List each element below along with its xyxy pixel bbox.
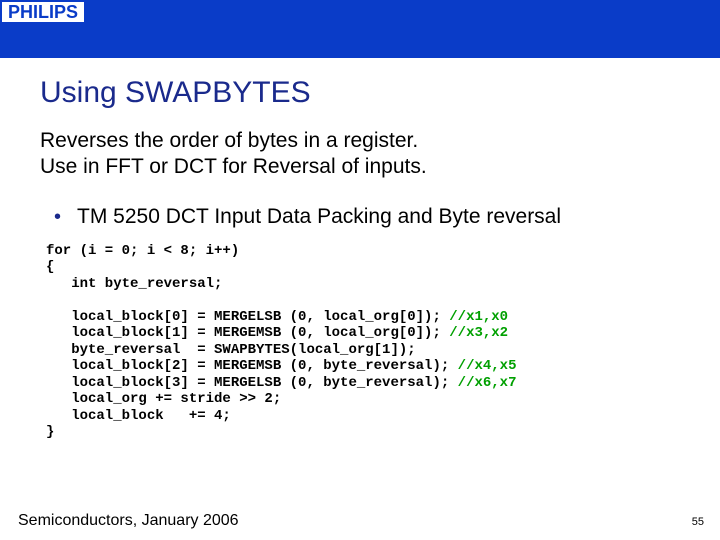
slide-title: Using SWAPBYTES <box>40 76 710 110</box>
slide-subtitle: Reverses the order of bytes in a registe… <box>40 128 710 181</box>
code-line: for (i = 0; i < 8; i++) <box>46 243 239 259</box>
code-line: local_org += stride >> 2; <box>46 391 281 407</box>
subtitle-line-1: Reverses the order of bytes in a registe… <box>40 129 418 152</box>
slide-body: Using SWAPBYTES Reverses the order of by… <box>0 58 720 441</box>
bullet-dot-icon: • <box>54 207 61 227</box>
code-line: local_block += 4; <box>46 408 231 424</box>
code-block: for (i = 0; i < 8; i++) { int byte_rever… <box>46 243 710 441</box>
code-comment: //x3,x2 <box>449 325 508 341</box>
footer-text: Semiconductors, January 2006 <box>18 512 239 530</box>
code-line: local_block[1] = MERGEMSB (0, local_org[… <box>46 325 449 341</box>
header-bar: PHILIPS <box>0 0 720 58</box>
code-line: { <box>46 259 54 275</box>
code-comment: //x4,x5 <box>458 358 517 374</box>
code-line: byte_reversal = SWAPBYTES(local_org[1]); <box>46 342 416 358</box>
page-number: 55 <box>692 516 704 528</box>
code-line: local_block[2] = MERGEMSB (0, byte_rever… <box>46 358 458 374</box>
code-line: local_block[0] = MERGELSB (0, local_org[… <box>46 309 449 325</box>
bullet-item: • TM 5250 DCT Input Data Packing and Byt… <box>40 205 710 229</box>
code-line: int byte_reversal; <box>46 276 222 292</box>
code-comment: //x1,x0 <box>449 309 508 325</box>
code-comment: //x6,x7 <box>458 375 517 391</box>
code-line: local_block[3] = MERGELSB (0, byte_rever… <box>46 375 458 391</box>
brand-logo: PHILIPS <box>2 2 84 22</box>
bullet-text: TM 5250 DCT Input Data Packing and Byte … <box>77 205 561 229</box>
subtitle-line-2: Use in FFT or DCT for Reversal of inputs… <box>40 155 427 178</box>
logo-wrap: PHILIPS <box>0 0 84 23</box>
code-line: } <box>46 424 54 440</box>
